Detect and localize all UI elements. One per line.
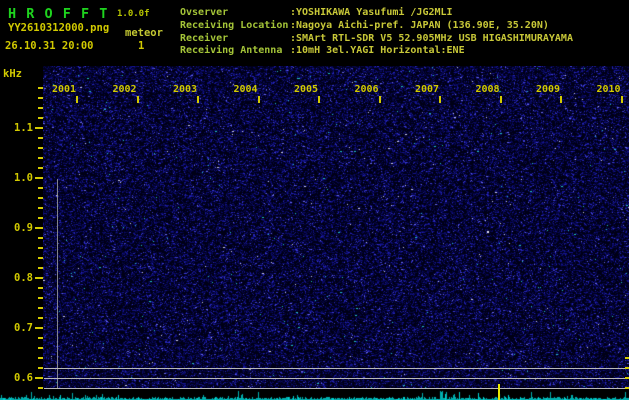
info-label: Ovserver: [180, 7, 229, 18]
y-major-tick: [35, 227, 43, 229]
x-tick-label: 2002: [112, 84, 137, 95]
x-tick-label: 2001: [52, 84, 77, 95]
y-minor-tick: [38, 147, 43, 149]
x-tick-label: 2010: [596, 84, 621, 95]
y-minor-tick: [38, 167, 43, 169]
reference-line: [44, 378, 629, 379]
info-row: Ovserver :YOSHIKAWA Yasufumi /JG2MLI: [180, 7, 573, 20]
y-minor-tick: [38, 357, 43, 359]
y-major-tick: [35, 127, 43, 129]
reference-line: [44, 368, 629, 369]
x-tick: [439, 96, 441, 103]
y-major-tick: [35, 277, 43, 279]
y-major-tick: [35, 177, 43, 179]
y-tick-label: 1.1: [14, 122, 33, 134]
observation-datetime: 26.10.31 20:00: [5, 40, 94, 52]
app-title: H R O F F T: [8, 6, 109, 22]
y-minor-tick: [38, 207, 43, 209]
y-minor-tick: [38, 367, 43, 369]
y-minor-tick: [38, 107, 43, 109]
app-version: 1.0.0f: [117, 9, 150, 19]
x-tick-label: 2004: [233, 84, 258, 95]
y-minor-tick: [38, 287, 43, 289]
y-minor-tick: [38, 247, 43, 249]
signal-meter-canvas: [0, 388, 629, 400]
y-minor-tick: [38, 347, 43, 349]
spectrogram-canvas: [43, 66, 629, 388]
x-tick: [620, 96, 623, 103]
hrofft-screen: H R O F F T 1.0.0f YY2610312000.png mete…: [0, 0, 629, 400]
reference-line: [44, 388, 629, 389]
y-axis-unit-label: kHz: [3, 68, 22, 80]
y-minor-tick: [38, 267, 43, 269]
y-minor-tick: [38, 337, 43, 339]
right-edge-tick: [625, 377, 629, 379]
info-row: Receiving Location:Nagoya Aichi-pref. JA…: [180, 20, 573, 33]
x-tick-label: 2009: [536, 84, 561, 95]
y-tick-label: 0.6: [14, 372, 33, 384]
y-minor-tick: [38, 197, 43, 199]
x-tick: [378, 96, 381, 103]
info-label: Receiving Location: [180, 19, 289, 31]
x-tick: [499, 96, 502, 103]
y-minor-tick: [38, 97, 43, 99]
info-row: Receiver :SMArt RTL-SDR V5 52.905MHz USB …: [180, 33, 573, 46]
y-minor-tick: [38, 307, 43, 309]
y-minor-tick: [38, 157, 43, 159]
x-tick-label: 2008: [475, 84, 500, 95]
right-edge-tick: [625, 387, 629, 389]
info-label: Receiving Antenna: [180, 45, 283, 57]
right-edge-tick: [625, 367, 629, 369]
y-minor-tick: [38, 187, 43, 189]
y-minor-tick: [38, 257, 43, 259]
y-minor-tick: [38, 117, 43, 119]
y-minor-tick: [38, 387, 43, 389]
info-value: :10mH 3el.YAGI Horizontal:ENE: [290, 45, 465, 57]
y-minor-tick: [38, 237, 43, 239]
info-row: Receiving Antenna :10mH 3el.YAGI Horizont…: [180, 45, 573, 58]
x-tick: [560, 96, 562, 103]
x-tick-label: 2005: [294, 84, 319, 95]
y-minor-tick: [38, 317, 43, 319]
x-tick-label: 2003: [173, 84, 198, 95]
x-tick: [197, 96, 199, 103]
x-tick: [257, 96, 260, 103]
right-edge-tick: [625, 357, 629, 359]
info-value: :YOSHIKAWA Yasufumi /JG2MLI: [290, 7, 453, 18]
y-minor-tick: [38, 297, 43, 299]
y-tick-label: 0.7: [14, 322, 33, 334]
y-minor-tick: [38, 217, 43, 219]
y-major-tick: [35, 377, 43, 379]
event-marker: [498, 384, 500, 400]
x-tick: [76, 96, 78, 103]
y-tick-label: 1.0: [14, 172, 33, 184]
x-tick-label: 2007: [415, 84, 440, 95]
y-tick-label: 0.9: [14, 222, 33, 234]
carrier-trace-line: [57, 179, 58, 388]
y-tick-label: 0.8: [14, 272, 33, 284]
channel-label: meteor: [125, 27, 163, 39]
station-info-block: Ovserver:YOSHIKAWA Yasufumi /JG2MLI Recei…: [180, 7, 573, 58]
x-tick: [136, 96, 139, 103]
y-minor-tick: [38, 87, 43, 89]
x-tick: [318, 96, 320, 103]
info-value: :SMArt RTL-SDR V5 52.905MHz USB HIGASHIM…: [290, 32, 573, 44]
y-major-tick: [35, 327, 43, 329]
x-tick-label: 2006: [354, 84, 379, 95]
info-label: Receiver: [180, 32, 229, 44]
echo-count: 1: [138, 40, 145, 52]
y-minor-tick: [38, 137, 43, 139]
info-value: :Nagoya Aichi-pref. JAPAN (136.90E, 35.2…: [290, 19, 549, 31]
output-filename: YY2610312000.png: [8, 22, 110, 34]
